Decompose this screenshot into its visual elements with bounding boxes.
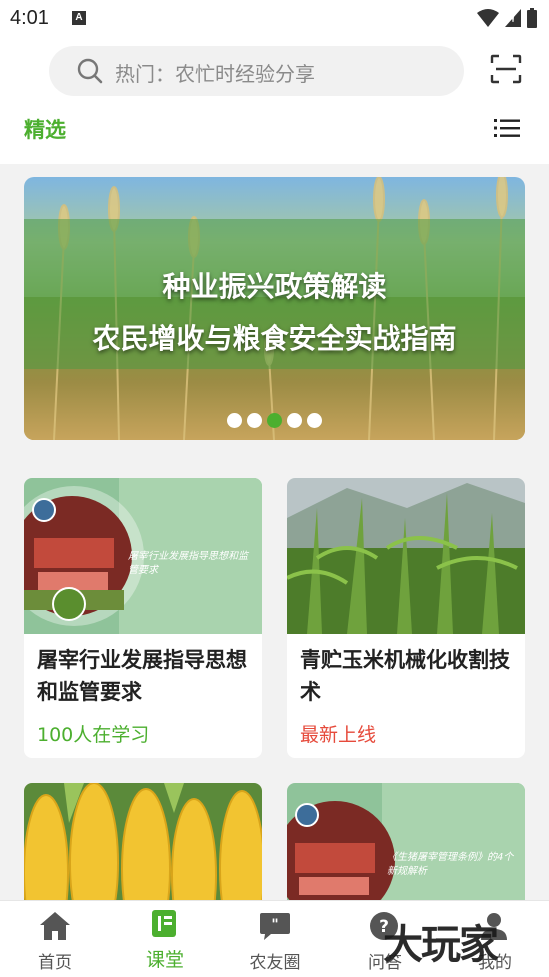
status-time: 4:01	[10, 7, 49, 29]
banner-title-line1: 种业振兴政策解读	[162, 270, 387, 303]
course-card[interactable]: 青贮玉米机械化收割技术 最新上线	[287, 478, 525, 758]
corn-field-thumbnail	[287, 478, 525, 634]
watermark-logo: 大玩家	[383, 922, 499, 968]
wheat-field-image	[24, 177, 525, 440]
carousel-indicator	[24, 413, 525, 428]
nav-community[interactable]: " 农友圈	[220, 901, 330, 977]
scan-icon[interactable]	[490, 54, 522, 84]
card-thumb-caption: 《生猪屠宰管理条例》的4个新规解析	[387, 852, 514, 877]
carousel-dot-active[interactable]	[267, 413, 282, 428]
card-title: 青贮玉米机械化收割技术	[300, 648, 510, 704]
wifi-icon	[477, 9, 499, 27]
nav-label: 首页	[38, 953, 72, 973]
notification-icon: A	[72, 11, 86, 25]
nav-home[interactable]: 首页	[0, 901, 110, 977]
search-placeholder: 热门：农忙时经验分享	[115, 62, 315, 86]
header: 热门：农忙时经验分享 精选	[0, 38, 549, 164]
banner-title-line2: 农民增收与粮食安全实战指南	[92, 322, 457, 355]
carousel-dot[interactable]	[307, 413, 322, 428]
nav-label: 农友圈	[249, 953, 301, 973]
nav-classroom[interactable]: 课堂	[110, 901, 220, 977]
status-icons	[477, 8, 537, 28]
course-card[interactable]: 屠宰行业发展指导思想和监管要求 屠宰行业发展指导思想和监管要求 100人在学习	[24, 478, 262, 758]
card-thumb-caption: 屠宰行业发展指导思想和监管要求	[128, 551, 248, 576]
battery-icon	[527, 8, 537, 28]
banner-carousel[interactable]: 种业振兴政策解读 农民增收与粮食安全实战指南	[24, 177, 525, 440]
card-learners: 100人在学习	[37, 724, 150, 746]
tab-featured[interactable]: 精选	[24, 114, 66, 144]
list-view-icon[interactable]	[494, 118, 520, 138]
card-title: 屠宰行业发展指导思想和监管要求	[37, 648, 247, 704]
home-icon	[40, 912, 70, 940]
chat-icon: "	[260, 913, 290, 940]
search-icon	[77, 58, 103, 84]
search-input[interactable]: 热门：农忙时经验分享	[49, 46, 464, 96]
nav-label: 课堂	[145, 949, 184, 971]
status-bar: 4:01 A	[0, 0, 549, 38]
card-new-tag: 最新上线	[300, 724, 377, 746]
classroom-icon	[152, 910, 176, 937]
carousel-dot[interactable]	[287, 413, 302, 428]
svg-text:": "	[271, 917, 278, 933]
signal-icon	[505, 9, 521, 27]
carousel-dot[interactable]	[247, 413, 262, 428]
carousel-dot[interactable]	[227, 413, 242, 428]
